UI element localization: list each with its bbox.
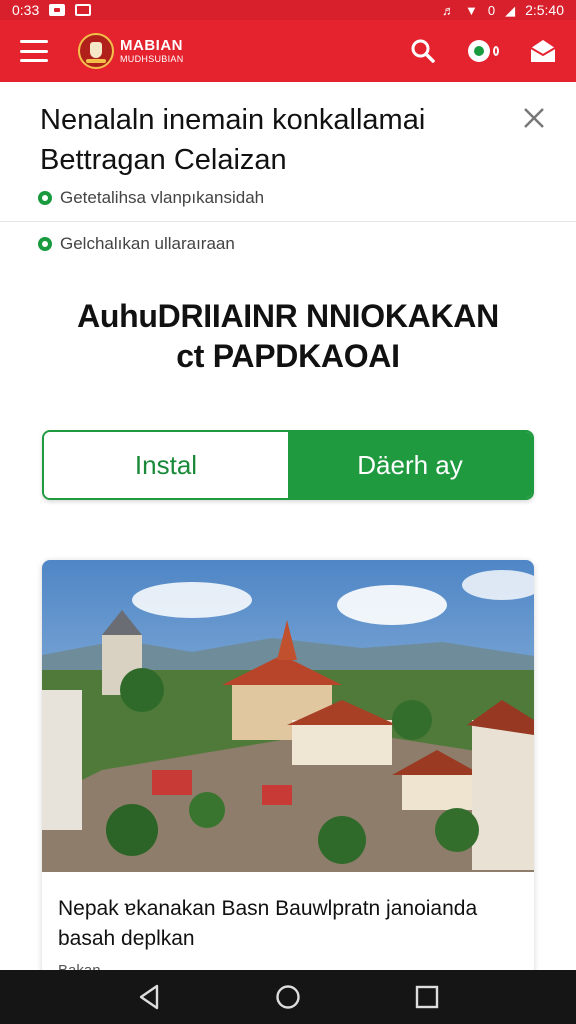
menu-icon[interactable]: [20, 40, 48, 62]
mute-icon: ♬: [441, 2, 455, 18]
gallery-notification-icon: [75, 4, 92, 16]
notice-title: Nenalaln inemain konkallamai Bettragan C…: [40, 104, 426, 176]
status-left: 0:33: [12, 2, 92, 18]
status-bar: 0:33 ♬ ▼ 0 ◢ 2:5:40: [0, 0, 576, 20]
headline-line-2: ct PAPDKAOAI: [176, 338, 400, 374]
brand[interactable]: MABIAN MUDHSUBIAN: [78, 33, 184, 69]
notice-bullet-1: Getetalihsa vlanpıkansidah: [38, 188, 264, 208]
install-button[interactable]: Instal: [44, 432, 288, 498]
check-icon: [38, 191, 52, 205]
notice-bullet-text: Getetalihsa vlanpıkansidah: [60, 188, 265, 207]
logo-emblem: [78, 33, 114, 69]
battery-icon: 0: [487, 2, 496, 18]
app-notification-icon: [49, 4, 66, 16]
notice-bullet-text: Gelchalıkan ullaraıraan: [60, 234, 235, 253]
brand-subtitle: MUDHSUBIAN: [120, 54, 184, 64]
status-time: 0:33: [12, 2, 40, 18]
search-icon[interactable]: [410, 38, 436, 64]
recents-icon[interactable]: [407, 977, 447, 1017]
check-icon: [38, 237, 52, 251]
app-bar: MABIAN MUDHSUBIAN: [0, 20, 576, 82]
article-photo: [42, 560, 534, 872]
article-card[interactable]: Nepak ɐkanakan Basn Bauwlpratn janoianda…: [42, 560, 534, 980]
divider: [0, 221, 576, 222]
headline-line-1: AuhuDRIIAINR NNIOKAKAN: [77, 298, 499, 334]
system-nav-bar: [0, 970, 576, 1024]
brand-title: MABIAN: [120, 37, 183, 54]
article-headline: Nepak ɐkanakan Basn Bauwlpratn janoianda…: [58, 897, 478, 950]
action-segment: Instal Däerh ay: [42, 430, 534, 500]
mail-icon[interactable]: [530, 39, 556, 63]
back-icon[interactable]: [129, 977, 169, 1017]
wifi-icon: ▼: [464, 2, 478, 18]
home-icon[interactable]: [268, 977, 308, 1017]
status-clock: 2:5:40: [525, 2, 564, 18]
status-right: ♬ ▼ 0 ◢ 2:5:40: [442, 2, 564, 18]
region-button[interactable]: Däerh ay: [288, 432, 532, 498]
notice-bullet-2: Gelchalıkan ullaraıraan: [38, 234, 235, 254]
headline: AuhuDRIIAINR NNIOKAKAN ct PAPDKAOAI: [40, 296, 536, 376]
notice-card: Nenalaln inemain konkallamai Bettragan C…: [0, 82, 576, 282]
appbar-actions: [410, 38, 556, 64]
notification-icon[interactable]: [466, 38, 500, 64]
brand-text: MABIAN MUDHSUBIAN: [120, 38, 184, 64]
signal-icon: ◢: [505, 2, 516, 18]
close-icon[interactable]: [518, 102, 550, 134]
